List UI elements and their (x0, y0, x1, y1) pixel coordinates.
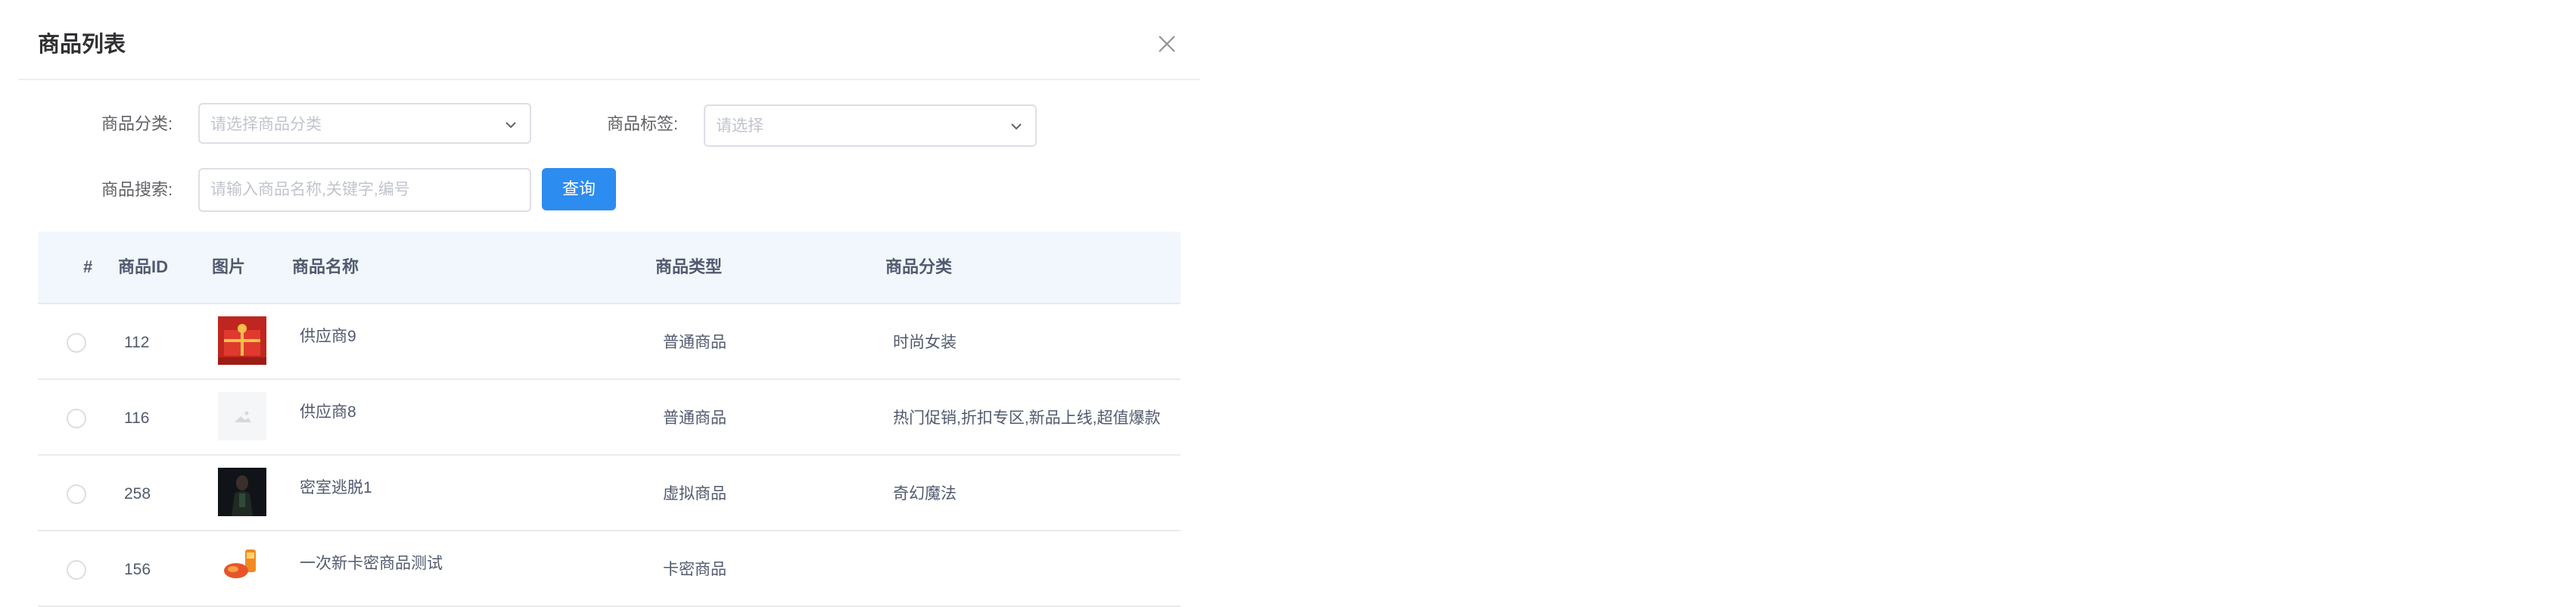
header-name: 商品名称 (292, 257, 359, 276)
query-button[interactable]: 查询 (542, 168, 616, 210)
table-row[interactable]: 112 供应商9 普通商品 时尚女装 (38, 304, 1181, 380)
product-type: 虚拟商品 (663, 485, 726, 503)
product-id: 112 (124, 334, 150, 351)
row-radio[interactable] (67, 484, 86, 504)
product-thumbnail (218, 316, 266, 365)
product-thumbnail (218, 543, 266, 592)
table-row[interactable]: 156 一次新卡密商品测试 卡密商品 (38, 531, 1181, 607)
product-id: 116 (124, 409, 150, 427)
close-icon[interactable] (1156, 33, 1178, 54)
product-category: 时尚女装 (893, 334, 957, 351)
category-label: 商品分类: (101, 114, 173, 133)
product-thumbnail (218, 468, 266, 516)
chevron-down-icon (502, 117, 519, 133)
category-select[interactable]: 请选择商品分类 (198, 103, 531, 144)
product-name: 一次新卡密商品测试 (300, 555, 443, 572)
search-input[interactable]: 请输入商品名称,关键字,编号 (198, 168, 531, 212)
product-name: 供应商8 (300, 403, 356, 421)
search-input-placeholder: 请输入商品名称,关键字,编号 (210, 181, 410, 198)
product-name: 密室逃脱1 (300, 479, 372, 496)
product-type: 普通商品 (663, 334, 726, 351)
tag-label: 商品标签: (607, 114, 679, 133)
table-row[interactable]: 258 密室逃脱1 虚拟商品 奇幻魔法 (38, 456, 1181, 531)
product-category: 奇幻魔法 (893, 485, 957, 503)
header-category: 商品分类 (885, 257, 953, 276)
header-id: 商品ID (118, 257, 169, 276)
dialog-header: 商品列表 (18, 0, 1200, 80)
product-type: 普通商品 (663, 409, 726, 427)
product-list-dialog: 商品列表 商品分类: 请选择商品分类 商品标签: 请选择 商品搜索: 请输入商品… (18, 0, 1200, 607)
table-row[interactable]: 116 供应商8 普通商品 热门促销,折扣专区,新品上线,超值爆款 (38, 380, 1181, 456)
tag-select[interactable]: 请选择 (704, 104, 1037, 147)
row-radio[interactable] (67, 409, 86, 428)
row-radio[interactable] (67, 560, 86, 580)
product-name: 供应商9 (300, 328, 356, 345)
product-category: 热门促销,折扣专区,新品上线,超值爆款 (893, 409, 1161, 427)
image-placeholder-icon (218, 392, 266, 440)
table-header: # 商品ID 图片 商品名称 商品类型 商品分类 (38, 232, 1181, 304)
row-radio[interactable] (67, 333, 86, 353)
product-type: 卡密商品 (663, 561, 726, 578)
search-label: 商品搜索: (101, 180, 173, 199)
chevron-down-icon (1008, 118, 1025, 135)
tag-select-placeholder: 请选择 (716, 117, 764, 135)
product-id: 156 (124, 561, 151, 578)
header-type: 商品类型 (655, 257, 723, 276)
category-select-placeholder: 请选择商品分类 (210, 116, 322, 133)
header-index: # (83, 257, 93, 276)
dialog-title: 商品列表 (38, 33, 126, 57)
header-image: 图片 (212, 257, 246, 276)
product-id: 258 (124, 485, 151, 503)
